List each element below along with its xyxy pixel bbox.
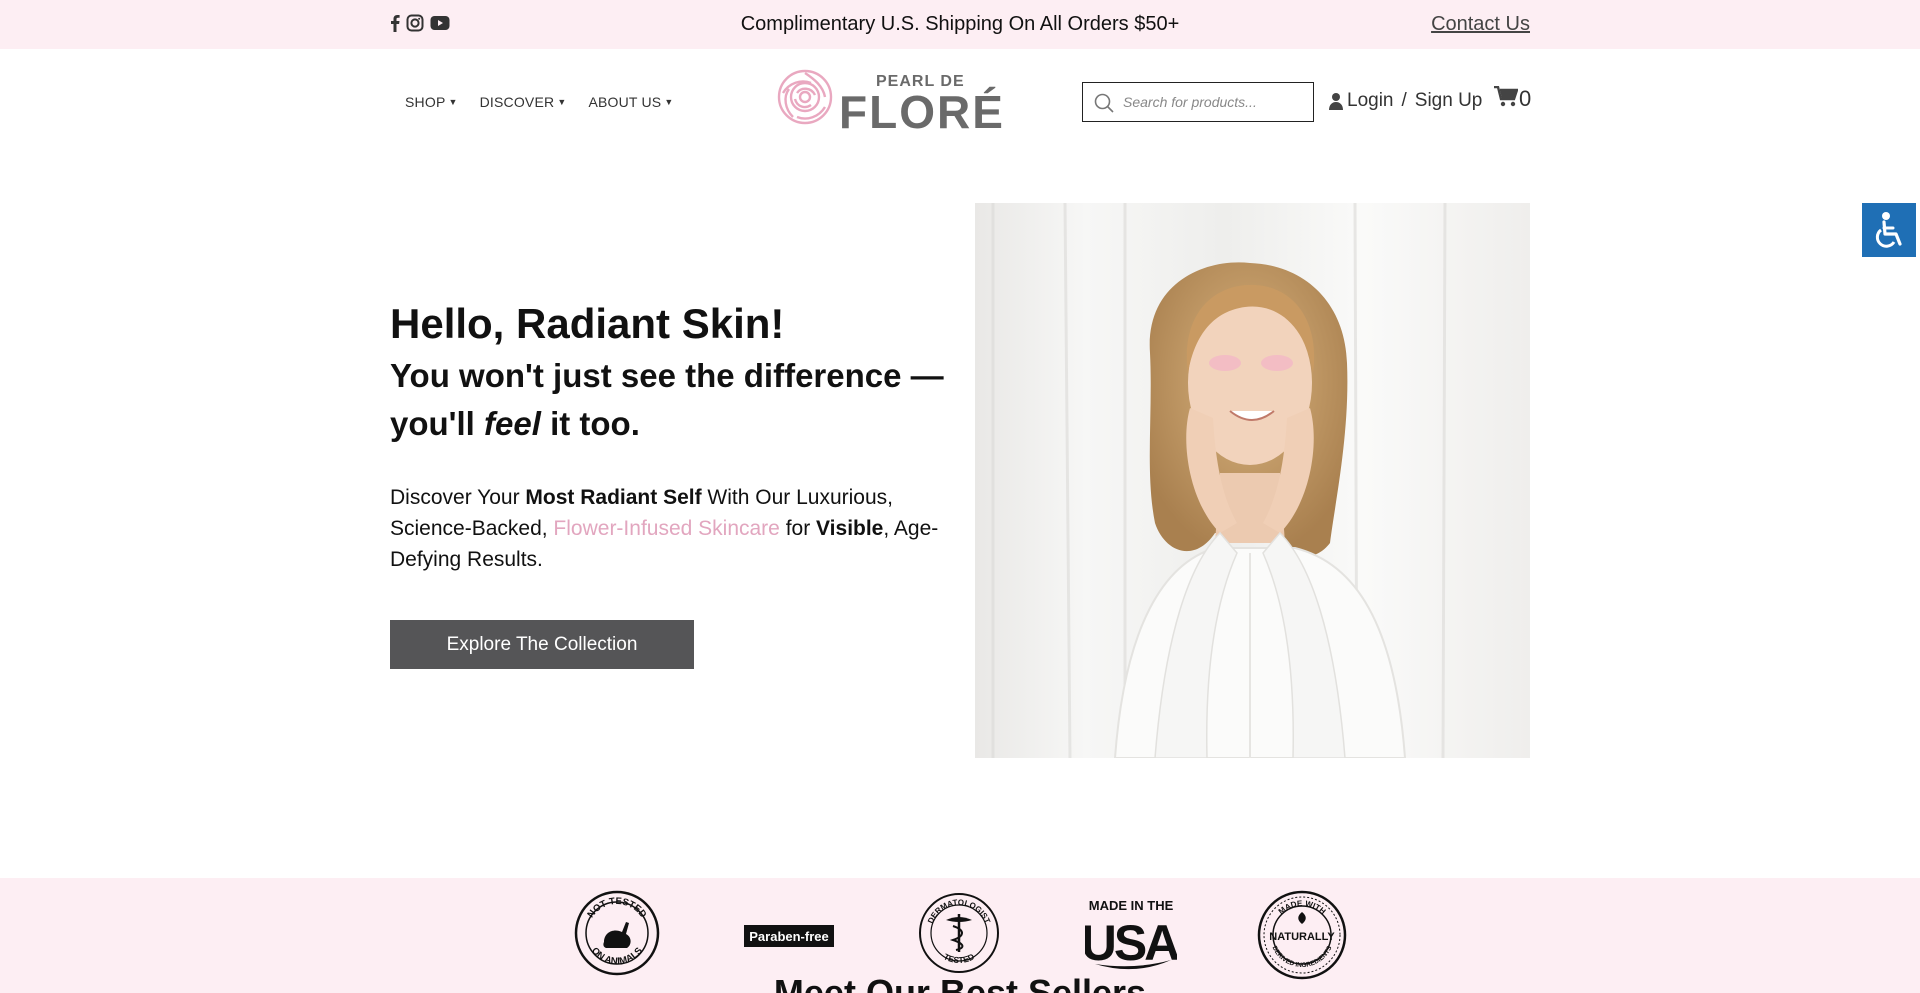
announcement-bar: Complimentary U.S. Shipping On All Order…	[0, 0, 1920, 49]
explore-collection-button[interactable]: Explore The Collection	[390, 620, 694, 669]
wheelchair-icon	[1875, 212, 1902, 248]
hero-title: Hello, Radiant Skin!	[390, 300, 785, 347]
hero-text: Hello, Radiant Skin! You won't just see …	[390, 298, 950, 575]
site-logo[interactable]: PEARL DE FLORÉ	[773, 65, 1003, 135]
dermatologist-tested-badge: DERMATOLOGIST TESTED	[919, 893, 999, 973]
lead-bold: Most Radiant Self	[525, 486, 702, 509]
badge-text: DERIVED INGREDIENTS	[1271, 944, 1334, 969]
badge-text: MADE IN THE	[1089, 898, 1174, 913]
lead-highlight: Flower-Infused Skincare	[553, 517, 780, 540]
shipping-announcement: Complimentary U.S. Shipping On All Order…	[740, 13, 1180, 35]
nav-label: ABOUT US	[588, 94, 662, 110]
svg-text:DERIVED INGREDIENTS: DERIVED INGREDIENTS	[1271, 944, 1334, 969]
search-icon	[1094, 93, 1114, 113]
cart-icon	[1494, 86, 1518, 107]
naturally-derived-ingredients-badge: MADE WITH DERIVED INGREDIENTS NATURALLY	[1257, 890, 1347, 980]
site-header: SHOP ▼ DISCOVER ▼ ABOUT US ▼ PEARL DE FL…	[0, 49, 1920, 155]
accessibility-button[interactable]	[1862, 203, 1916, 257]
account-links: Login / Sign Up	[1329, 90, 1482, 112]
search-input[interactable]	[1123, 89, 1303, 115]
hero-subtitle: You won't just see the difference —you'l…	[390, 352, 950, 448]
hero-lead: Discover Your Most Radiant Self With Our…	[390, 482, 950, 575]
cart-count: 0	[1519, 86, 1532, 111]
best-sellers-heading: Meet Our Best Sellers	[773, 972, 1147, 993]
lead-bold: Visible	[816, 517, 884, 540]
login-link[interactable]: Login	[1347, 90, 1394, 112]
subtitle-part: it too.	[540, 405, 640, 442]
signup-link[interactable]: Sign Up	[1415, 90, 1483, 112]
subtitle-emphasis: feel	[484, 405, 541, 442]
chevron-down-icon: ▼	[557, 97, 567, 107]
nav-label: SHOP	[405, 94, 446, 110]
nav-label: DISCOVER	[479, 94, 555, 110]
badge-text: TESTED	[942, 951, 976, 965]
chevron-down-icon: ▼	[664, 97, 674, 107]
lead-text: for	[779, 517, 817, 540]
separator: /	[1401, 90, 1407, 111]
cart-button[interactable]: 0	[1494, 86, 1531, 112]
hero-image	[975, 203, 1530, 758]
made-in-usa-badge: MADE IN THE USA	[1085, 898, 1177, 971]
badge-text: ON ANIMALS	[589, 945, 645, 967]
contact-us-link[interactable]: Contact Us	[1431, 13, 1530, 36]
nav-item-about-us[interactable]: ABOUT US ▼	[588, 94, 673, 110]
lead-text: Discover Your	[390, 486, 526, 509]
svg-text:TESTED: TESTED	[942, 951, 976, 965]
badge-text: NATURALLY	[1269, 931, 1335, 943]
main-nav: SHOP ▼ DISCOVER ▼ ABOUT US ▼	[405, 94, 673, 110]
logo-text-main: FLORÉ	[839, 86, 1005, 138]
not-tested-on-animals-badge: NOT TESTED ON ANIMALS	[574, 890, 660, 976]
nav-item-discover[interactable]: DISCOVER ▼	[480, 94, 567, 110]
rose-logo-icon	[777, 69, 833, 125]
subtitle-part: You won't just see the difference —you'l…	[390, 357, 944, 442]
svg-text:ON ANIMALS: ON ANIMALS	[589, 945, 645, 967]
chevron-down-icon: ▼	[448, 97, 458, 107]
nav-item-shop[interactable]: SHOP ▼	[405, 94, 458, 110]
product-search[interactable]	[1082, 82, 1314, 122]
paraben-free-badge: Paraben-free	[744, 925, 834, 947]
user-icon	[1329, 93, 1343, 110]
